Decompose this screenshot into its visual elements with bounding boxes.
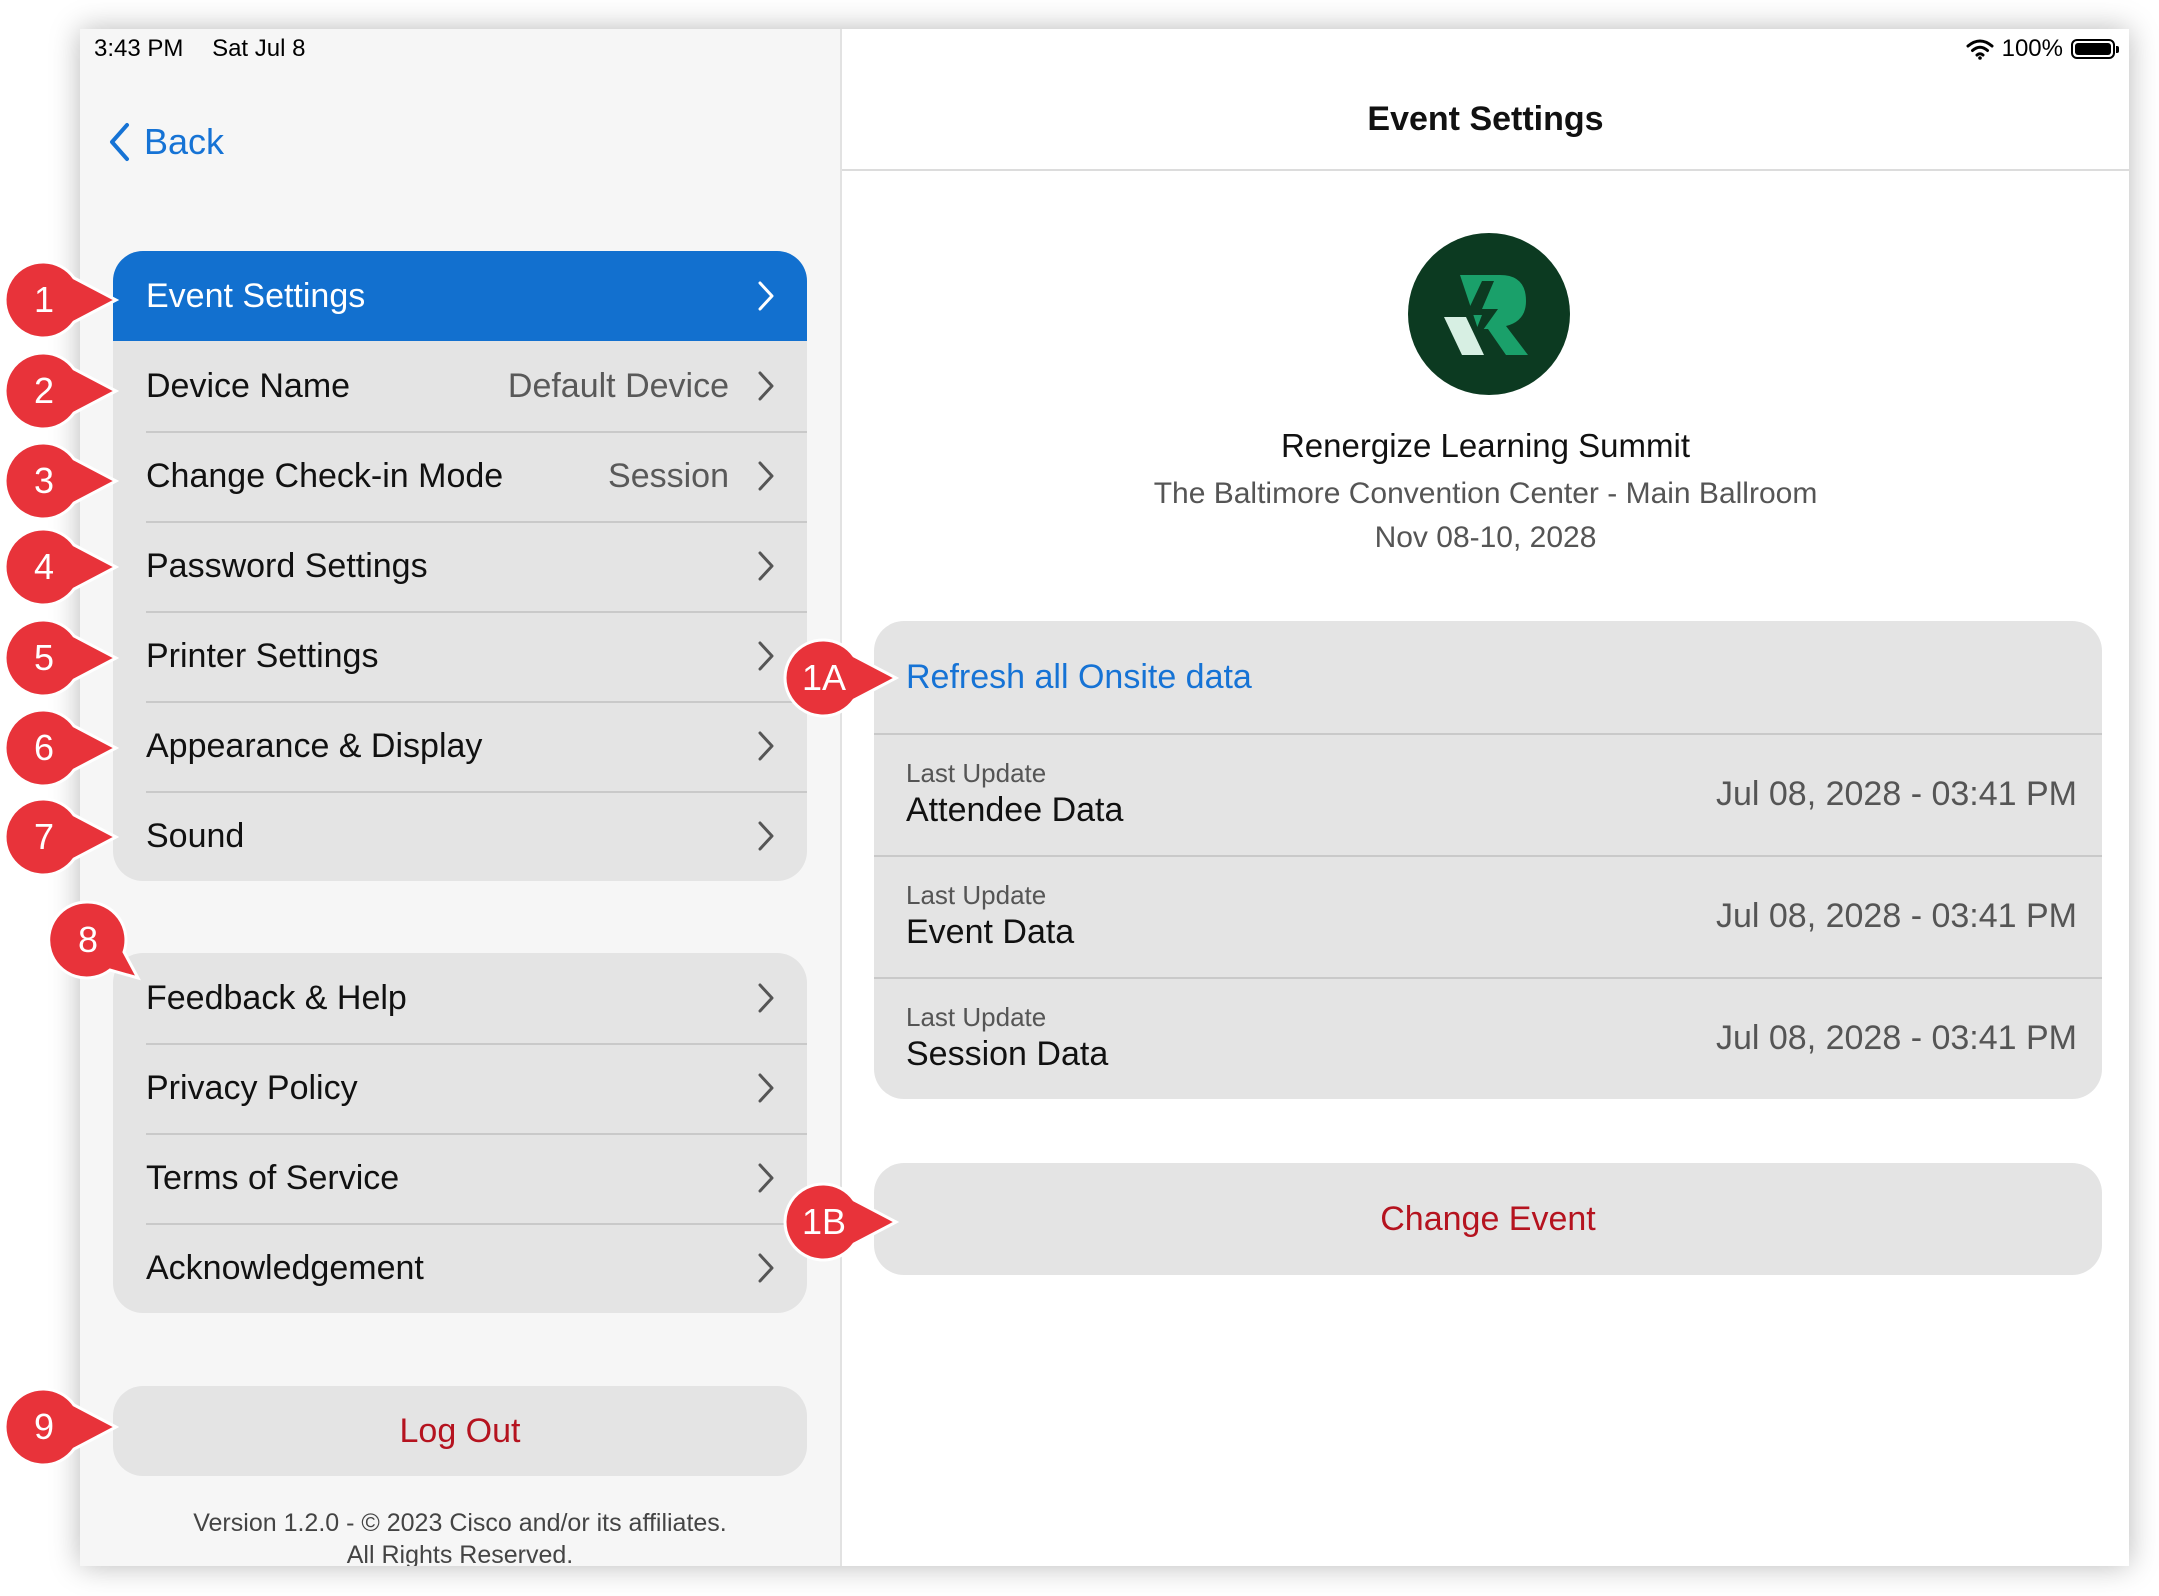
callout-number: 4 xyxy=(33,546,55,587)
sidebar-item-label: Event Settings xyxy=(146,276,366,315)
chevron-right-icon xyxy=(758,641,774,671)
callout-marker: 9 xyxy=(3,1387,124,1467)
main-pane: 100% Event Settings Renergize Learning S… xyxy=(842,29,2129,1566)
last-update-time: Jul 08, 2028 - 03:41 PM xyxy=(1715,896,2077,935)
sidebar-item-label: Privacy Policy xyxy=(146,1068,358,1107)
help-group: Feedback & Help Privacy Policy Terms of … xyxy=(113,953,807,1313)
chevron-right-icon xyxy=(758,281,774,311)
event-data-row: Last Update Event Data Jul 08, 2028 - 03… xyxy=(874,855,2102,977)
sidebar-item-label: Password Settings xyxy=(146,546,428,585)
sidebar-item-label: Printer Settings xyxy=(146,636,379,675)
status-bar-left: 3:43 PM Sat Jul 8 xyxy=(94,35,327,63)
event-name: Renergize Learning Summit xyxy=(1280,427,1691,464)
callout-number: 5 xyxy=(33,637,55,678)
callout-number: 9 xyxy=(33,1406,55,1447)
sidebar: 3:43 PM Sat Jul 8 Back Event Settings De… xyxy=(80,29,842,1566)
data-update-card: Refresh all Onsite data Last Update Atte… xyxy=(874,621,2102,1099)
settings-group: Event Settings Device Name Default Devic… xyxy=(113,251,807,881)
last-update-time: Jul 08, 2028 - 03:41 PM xyxy=(1715,1018,2077,1057)
event-venue: The Baltimore Convention Center - Main B… xyxy=(1153,477,1818,510)
back-button[interactable]: Back xyxy=(108,121,224,163)
callout-number: 7 xyxy=(33,816,55,857)
callout-marker: 8 xyxy=(47,900,168,981)
callout-number: 1B xyxy=(801,1201,847,1242)
last-update-label: Last Update xyxy=(906,758,1047,788)
callout-marker: 7 xyxy=(3,797,124,877)
callout-marker: 6 xyxy=(3,708,124,788)
sidebar-item-label: Feedback & Help xyxy=(146,978,407,1017)
chevron-right-icon xyxy=(758,461,774,491)
data-type-label: Attendee Data xyxy=(906,791,1124,829)
back-label: Back xyxy=(144,121,225,162)
chevron-right-icon xyxy=(758,983,774,1013)
chevron-right-icon xyxy=(758,371,774,401)
check-in-mode-value: Session xyxy=(608,456,729,495)
sidebar-item-terms-of-service[interactable]: Terms of Service xyxy=(113,1133,807,1223)
callout-marker: 3 xyxy=(3,441,124,521)
ipad-screen: 3:43 PM Sat Jul 8 Back Event Settings De… xyxy=(80,29,2129,1566)
event-dates: Nov 08-10, 2028 xyxy=(1374,521,1597,554)
callout-number: 1A xyxy=(801,657,847,698)
session-data-row: Last Update Session Data Jul 08, 2028 - … xyxy=(874,977,2102,1099)
chevron-right-icon xyxy=(758,1073,774,1103)
event-logo xyxy=(1408,233,1570,395)
chevron-left-icon xyxy=(110,123,129,161)
sidebar-item-acknowledgement[interactable]: Acknowledgement xyxy=(113,1223,807,1313)
chevron-right-icon xyxy=(758,551,774,581)
sidebar-item-password-settings[interactable]: Password Settings xyxy=(113,521,807,611)
sidebar-item-device-name[interactable]: Device Name Default Device xyxy=(113,341,807,431)
callout-number: 8 xyxy=(77,919,99,960)
callout-number: 6 xyxy=(33,727,55,768)
sidebar-item-feedback-help[interactable]: Feedback & Help xyxy=(113,953,807,1043)
sidebar-item-sound[interactable]: Sound xyxy=(113,791,807,881)
status-time: 3:43 PM xyxy=(94,35,184,62)
last-update-label: Last Update xyxy=(906,1002,1047,1032)
callout-marker: 1 xyxy=(3,260,124,340)
sidebar-item-check-in-mode[interactable]: Change Check-in Mode Session xyxy=(113,431,807,521)
change-event-button[interactable]: Change Event xyxy=(874,1163,2102,1275)
chevron-right-icon xyxy=(758,731,774,761)
sidebar-item-label: Terms of Service xyxy=(146,1158,400,1197)
last-update-label: Last Update xyxy=(906,880,1047,910)
sidebar-item-label: Change Check-in Mode xyxy=(146,456,504,495)
sidebar-item-event-settings[interactable]: Event Settings xyxy=(113,251,807,341)
last-update-time: Jul 08, 2028 - 03:41 PM xyxy=(1715,774,2077,813)
copyright-line: All Rights Reserved. xyxy=(346,1541,574,1566)
attendee-data-row: Last Update Attendee Data Jul 08, 2028 -… xyxy=(874,733,2102,855)
callout-number: 1 xyxy=(33,279,55,320)
sidebar-item-privacy-policy[interactable]: Privacy Policy xyxy=(113,1043,807,1133)
callout-number: 3 xyxy=(33,460,55,501)
device-name-value: Default Device xyxy=(507,366,729,405)
callout-number: 2 xyxy=(33,370,55,411)
callout-marker: 5 xyxy=(3,618,124,698)
chevron-right-icon xyxy=(758,821,774,851)
chevron-right-icon xyxy=(758,1253,774,1283)
page-title: Event Settings xyxy=(1367,100,1604,138)
version-info: Version 1.2.0 - © 2023 Cisco and/or its … xyxy=(80,1507,840,1566)
refresh-onsite-data-button[interactable]: Refresh all Onsite data xyxy=(874,621,2102,733)
sidebar-item-printer-settings[interactable]: Printer Settings xyxy=(113,611,807,701)
callout-marker: 1B xyxy=(783,1182,904,1262)
sidebar-item-label: Appearance & Display xyxy=(146,726,483,765)
sidebar-item-label: Sound xyxy=(146,816,245,855)
data-type-label: Event Data xyxy=(906,913,1075,951)
sidebar-item-label: Acknowledgement xyxy=(146,1248,424,1287)
sidebar-item-label: Device Name xyxy=(146,366,351,405)
status-date: Sat Jul 8 xyxy=(212,35,306,62)
data-type-label: Session Data xyxy=(906,1035,1109,1073)
log-out-button[interactable]: Log Out xyxy=(113,1386,807,1476)
callout-marker: 1A xyxy=(783,638,904,718)
sidebar-item-appearance-display[interactable]: Appearance & Display xyxy=(113,701,807,791)
chevron-right-icon xyxy=(758,1163,774,1193)
callout-marker: 2 xyxy=(3,351,124,431)
callout-marker: 4 xyxy=(3,527,124,607)
main-header: Event Settings xyxy=(842,29,2129,171)
version-line: Version 1.2.0 - © 2023 Cisco and/or its … xyxy=(193,1509,727,1537)
